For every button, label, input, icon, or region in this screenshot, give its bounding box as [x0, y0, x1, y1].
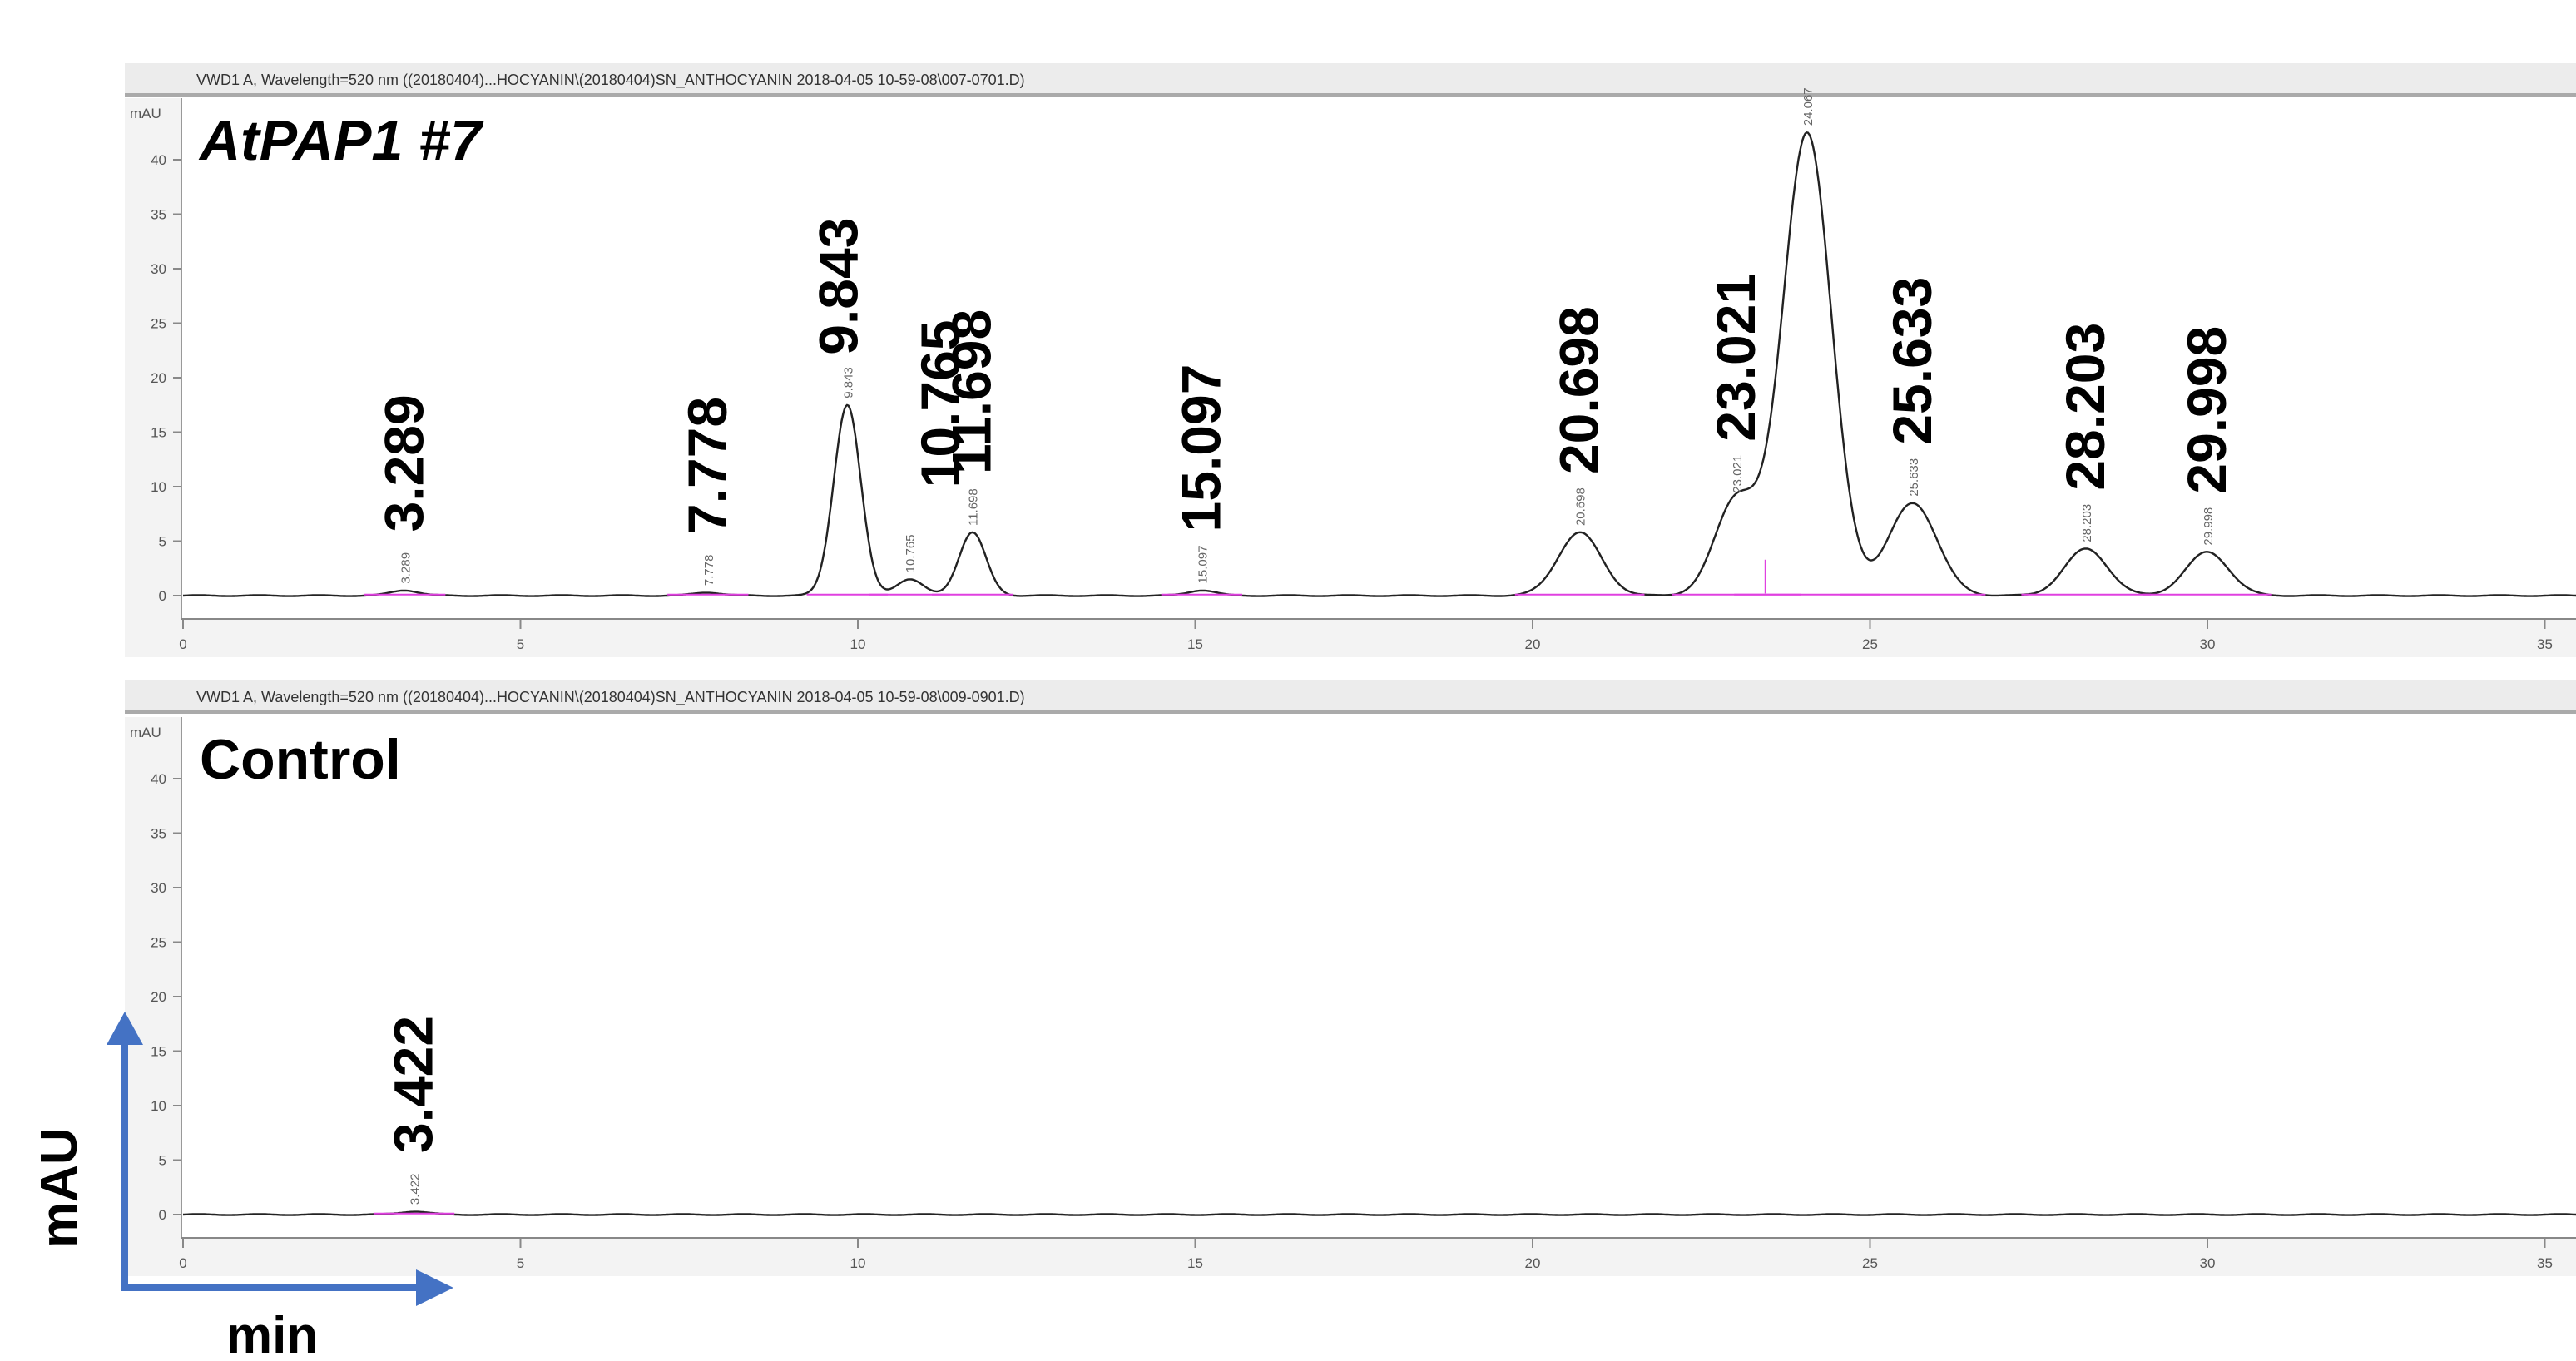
chromatogram-svg: VWD1 A, Wavelength=520 nm ((20180404)...…	[31, 63, 2576, 1361]
peak-small-label: 20.698	[1574, 487, 1588, 526]
y-tick-label: 30	[151, 261, 166, 277]
panel-header-text: VWD1 A, Wavelength=520 nm ((20180404)...…	[196, 72, 1025, 89]
y-tick-label: 35	[151, 207, 166, 223]
peak-small-label: 15.097	[1196, 546, 1210, 584]
y-tick-label: 20	[151, 370, 166, 386]
chromatogram-figure: VWD1 A, Wavelength=520 nm ((20180404)...…	[0, 0, 2576, 1361]
panel-title: Control	[200, 728, 401, 791]
x-tick-label: 0	[179, 636, 186, 652]
peak-small-label: 9.843	[841, 367, 855, 398]
peak-small-label: 7.778	[702, 555, 716, 586]
x-tick-label: 30	[2200, 1255, 2216, 1271]
y-tick-label: 40	[151, 152, 166, 168]
y-tick-label: 35	[151, 826, 166, 842]
panel-control: VWD1 A, Wavelength=520 nm ((20180404)...…	[125, 680, 2576, 1276]
peak-small-label: 24.067	[1801, 87, 1816, 126]
y-tick-label: 40	[151, 771, 166, 787]
y-axis-title: mAU	[31, 1127, 88, 1248]
peak-rt-label: 7.778	[676, 397, 738, 534]
peak-rt-label: 3.422	[383, 1016, 444, 1153]
x-tick-label: 25	[1862, 636, 1878, 652]
x-tick-label: 35	[2537, 636, 2553, 652]
x-axis-title: min	[226, 1307, 318, 1361]
x-tick-label: 20	[1525, 636, 1541, 652]
x-tick-label: 15	[1187, 636, 1203, 652]
chromatogram-trace	[182, 1210, 2576, 1216]
y-tick-label: 30	[151, 880, 166, 896]
peak-rt-label: 11.698	[941, 309, 1003, 474]
panel-header-text: VWD1 A, Wavelength=520 nm ((20180404)...…	[196, 689, 1025, 706]
x-tick-label: 25	[1862, 1255, 1878, 1271]
x-tick-label: 0	[179, 1255, 186, 1271]
peak-rt-label: 28.203	[2054, 323, 2116, 491]
y-tick-label: 10	[151, 1098, 166, 1114]
peak-rt-label: 15.097	[1170, 364, 1231, 532]
y-tick-label: 0	[159, 588, 166, 604]
peak-small-label: 3.422	[409, 1174, 423, 1205]
y-tick-label: 0	[159, 1207, 166, 1223]
panel-atpap1: VWD1 A, Wavelength=520 nm ((20180404)...…	[125, 63, 2576, 657]
y-tick-label: 15	[151, 1044, 166, 1060]
y-tick-label: 25	[151, 316, 166, 332]
peak-small-label: 29.998	[2202, 507, 2216, 546]
x-tick-label: 30	[2200, 636, 2216, 652]
y-tick-label: 25	[151, 935, 166, 951]
y-unit-label: mAU	[130, 106, 161, 121]
x-tick-label: 5	[517, 1255, 524, 1271]
peak-small-label: 3.289	[399, 552, 414, 584]
peak-rt-label: 20.698	[1548, 306, 1610, 474]
x-tick-label: 5	[517, 636, 524, 652]
peak-rt-label: 9.843	[807, 218, 869, 355]
y-tick-label: 20	[151, 989, 166, 1005]
y-tick-label: 10	[151, 479, 166, 495]
y-unit-label: mAU	[130, 725, 161, 740]
peak-rt-label: 3.289	[374, 394, 435, 532]
peak-small-label: 23.021	[1731, 455, 1745, 493]
panel-title: AtPAP1 #7	[198, 109, 484, 172]
peak-rt-label: 23.021	[1705, 274, 1766, 442]
x-tick-label: 10	[850, 636, 866, 652]
peak-rt-label: 25.633	[1881, 277, 1943, 445]
peak-small-label: 25.633	[1907, 458, 1921, 497]
x-tick-label: 10	[850, 1255, 866, 1271]
peak-small-label: 10.765	[904, 534, 918, 572]
y-tick-label: 5	[159, 534, 166, 550]
y-tick-label: 5	[159, 1153, 166, 1169]
peak-rt-label: 29.998	[2176, 326, 2237, 494]
peak-small-label: 28.203	[2080, 504, 2094, 542]
x-tick-label: 35	[2537, 1255, 2553, 1271]
peak-small-label: 11.698	[967, 488, 981, 526]
x-tick-label: 20	[1525, 1255, 1541, 1271]
y-tick-label: 15	[151, 425, 166, 441]
x-tick-label: 15	[1187, 1255, 1203, 1271]
